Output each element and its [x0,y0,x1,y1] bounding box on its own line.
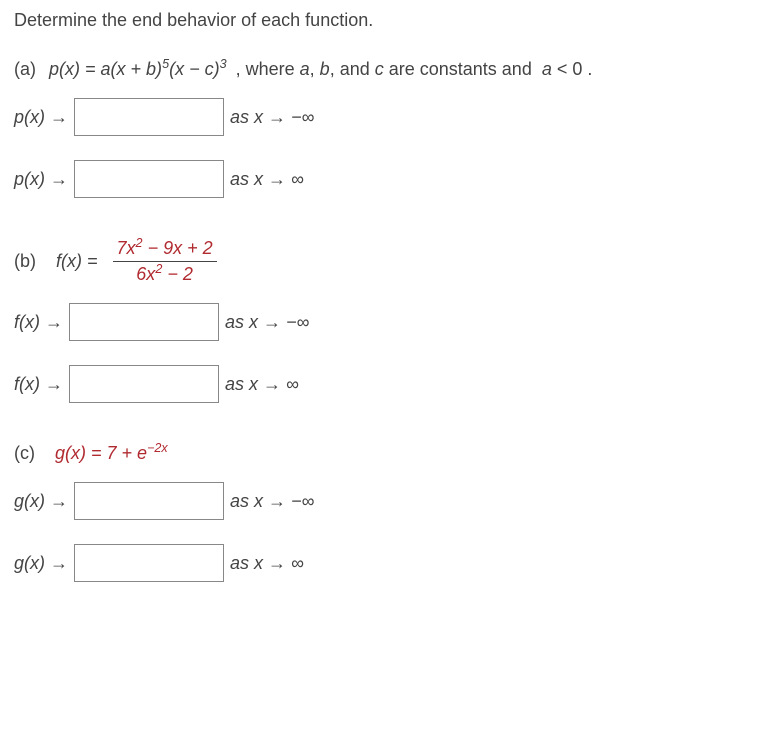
part-b-fnname: f(x) = [56,251,98,272]
part-a-fn-left: p(x) = a(x + b) [49,59,162,79]
part-b-row1-limit: as x → −∞ [225,312,309,333]
part-a-row1-fn: p(x) → [14,107,68,128]
part-a-fn-mid: (x − c) [169,59,220,79]
part-b: (b) f(x) = 7x2 − 9x + 2 6x2 − 2 f(x) → a… [14,238,760,403]
part-a-row2-fn: p(x) → [14,169,68,190]
part-a-row1-limit: as x → −∞ [230,107,314,128]
part-b-row-1: f(x) → as x → −∞ [14,303,760,341]
part-b-row1-fn: f(x) → [14,312,63,333]
part-b-den: 6x2 − 2 [132,262,197,285]
part-c-label: (c) [14,443,35,464]
part-b-row2-fn: f(x) → [14,374,63,395]
part-b-row2-limit: as x → ∞ [225,374,299,395]
part-b-row-2: f(x) → as x → ∞ [14,365,760,403]
instruction-text: Determine the end behavior of each funct… [14,10,760,31]
part-b-num: 7x2 − 9x + 2 [113,238,217,262]
part-b-input-2[interactable] [69,365,219,403]
part-c-row-2: g(x) → as x → ∞ [14,544,760,582]
part-c-input-2[interactable] [74,544,224,582]
part-a-input-2[interactable] [74,160,224,198]
part-a-label: (a) [14,59,36,80]
part-c: (c) g(x) = 7 + e−2x g(x) → as x → −∞ g(x… [14,443,760,582]
part-a-sup2: 3 [220,57,227,71]
part-c-row2-limit: as x → ∞ [230,553,304,574]
part-a-row-1: p(x) → as x → −∞ [14,98,760,136]
part-a-row-2: p(x) → as x → ∞ [14,160,760,198]
part-a-row2-limit: as x → ∞ [230,169,304,190]
part-a-fn: p(x) = a(x + b)5(x − c)3 [49,59,227,80]
part-c-row-1: g(x) → as x → −∞ [14,482,760,520]
part-b-definition: (b) f(x) = 7x2 − 9x + 2 6x2 − 2 [14,238,760,285]
part-c-fn: g(x) = 7 + e−2x [55,443,168,464]
part-a: (a) p(x) = a(x + b)5(x − c)3 , where a, … [14,59,760,198]
part-a-trail: , where a, b, and c are constants and a … [231,59,593,80]
part-b-fraction: 7x2 − 9x + 2 6x2 − 2 [113,238,217,285]
part-a-input-1[interactable] [74,98,224,136]
part-a-definition: (a) p(x) = a(x + b)5(x − c)3 , where a, … [14,59,760,80]
part-c-row1-limit: as x → −∞ [230,491,314,512]
part-b-input-1[interactable] [69,303,219,341]
part-b-label: (b) [14,251,36,272]
part-c-input-1[interactable] [74,482,224,520]
part-c-definition: (c) g(x) = 7 + e−2x [14,443,760,464]
part-c-row2-fn: g(x) → [14,553,68,574]
part-c-row1-fn: g(x) → [14,491,68,512]
